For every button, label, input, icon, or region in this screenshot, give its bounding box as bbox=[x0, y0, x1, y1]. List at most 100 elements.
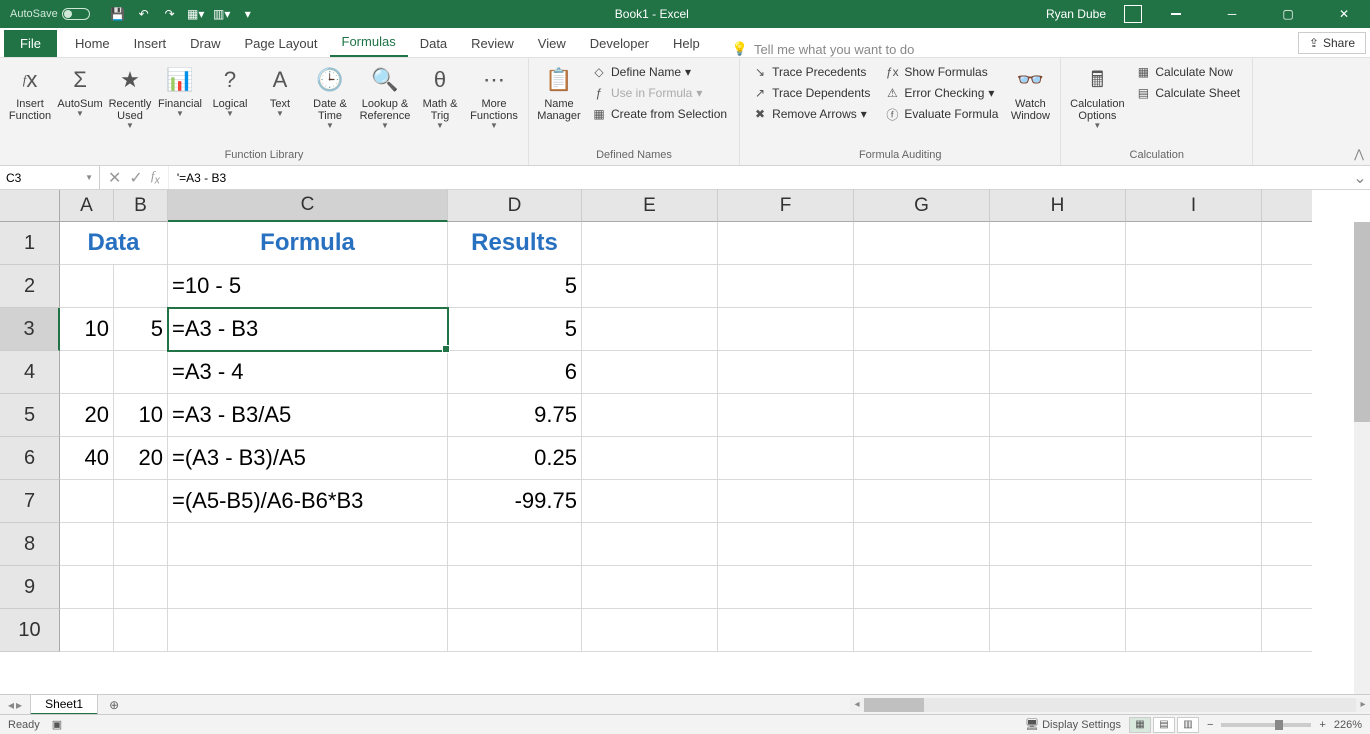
cell-B4[interactable] bbox=[114, 351, 168, 394]
select-all-corner[interactable] bbox=[0, 190, 60, 222]
trace-dependents-button[interactable]: ↗Trace Dependents bbox=[746, 83, 876, 103]
remove-arrows-button[interactable]: ✖Remove Arrows ▾ bbox=[746, 104, 876, 124]
cell-B2[interactable] bbox=[114, 265, 168, 308]
column-header-C[interactable]: C bbox=[168, 190, 448, 222]
fx-button-icon[interactable]: fx bbox=[151, 168, 160, 187]
cell-C9[interactable] bbox=[168, 566, 448, 609]
cell-F3[interactable] bbox=[718, 308, 854, 351]
cell-F5[interactable] bbox=[718, 394, 854, 437]
cell-E6[interactable] bbox=[582, 437, 718, 480]
cell-D9[interactable] bbox=[448, 566, 582, 609]
tab-data[interactable]: Data bbox=[408, 30, 459, 57]
cell-D6[interactable]: 0.25 bbox=[448, 437, 582, 480]
cell-G3[interactable] bbox=[854, 308, 990, 351]
zoom-level[interactable]: 226% bbox=[1334, 719, 1362, 731]
cell-E4[interactable] bbox=[582, 351, 718, 394]
cell-F8[interactable] bbox=[718, 523, 854, 566]
qat-customize-icon[interactable]: ▾ bbox=[238, 4, 258, 24]
cell-H10[interactable] bbox=[990, 609, 1126, 652]
create-from-selection-button[interactable]: ▦Create from Selection bbox=[585, 104, 733, 124]
cell-B7[interactable] bbox=[114, 480, 168, 523]
cell-I8[interactable] bbox=[1126, 523, 1262, 566]
cell-G9[interactable] bbox=[854, 566, 990, 609]
column-header-G[interactable]: G bbox=[854, 190, 990, 222]
row-header-2[interactable]: 2 bbox=[0, 265, 60, 308]
page-layout-view-button[interactable]: ▤ bbox=[1153, 717, 1175, 733]
cell-D5[interactable]: 9.75 bbox=[448, 394, 582, 437]
row-header-6[interactable]: 6 bbox=[0, 437, 60, 480]
more-functions-button[interactable]: ⋯More Functions▼ bbox=[466, 62, 522, 147]
show-formulas-button[interactable]: ƒxShow Formulas bbox=[878, 62, 1004, 82]
cell-F1[interactable] bbox=[718, 222, 854, 265]
trace-precedents-button[interactable]: ↘Trace Precedents bbox=[746, 62, 876, 82]
tab-insert[interactable]: Insert bbox=[122, 30, 179, 57]
logical-button[interactable]: ?Logical▼ bbox=[206, 62, 254, 147]
cell-B5[interactable]: 10 bbox=[114, 394, 168, 437]
cell-B10[interactable] bbox=[114, 609, 168, 652]
row-header-10[interactable]: 10 bbox=[0, 609, 60, 652]
zoom-out-button[interactable]: − bbox=[1207, 719, 1213, 731]
ribbon-options-icon[interactable] bbox=[1154, 0, 1198, 28]
cell-A3[interactable]: 10 bbox=[60, 308, 114, 351]
cell-G4[interactable] bbox=[854, 351, 990, 394]
cell-E1[interactable] bbox=[582, 222, 718, 265]
cell-H1[interactable] bbox=[990, 222, 1126, 265]
name-box[interactable]: C3 ▼ bbox=[0, 166, 100, 189]
tell-me-search[interactable]: 💡 Tell me what you want to do bbox=[732, 41, 915, 57]
column-header-F[interactable]: F bbox=[718, 190, 854, 222]
cell-F9[interactable] bbox=[718, 566, 854, 609]
cell-AB1[interactable]: Data bbox=[60, 222, 168, 265]
minimize-button[interactable]: ─ bbox=[1210, 0, 1254, 28]
cell-A10[interactable] bbox=[60, 609, 114, 652]
formula-bar-expand-icon[interactable]: ⌄ bbox=[1350, 168, 1370, 188]
hscroll-right-icon[interactable]: ▸ bbox=[1356, 699, 1370, 710]
error-checking-button[interactable]: ⚠Error Checking ▾ bbox=[878, 83, 1004, 103]
cell-D4[interactable]: 6 bbox=[448, 351, 582, 394]
calculate-now-button[interactable]: ▦Calculate Now bbox=[1129, 62, 1246, 82]
cell-H2[interactable] bbox=[990, 265, 1126, 308]
cell-H5[interactable] bbox=[990, 394, 1126, 437]
column-header-A[interactable]: A bbox=[60, 190, 114, 222]
cell-H9[interactable] bbox=[990, 566, 1126, 609]
cell-B8[interactable] bbox=[114, 523, 168, 566]
cancel-formula-icon[interactable]: ✕ bbox=[108, 168, 121, 188]
cell-B3[interactable]: 5 bbox=[114, 308, 168, 351]
tab-formulas[interactable]: Formulas bbox=[330, 28, 408, 57]
cell-H7[interactable] bbox=[990, 480, 1126, 523]
cell-B6[interactable]: 20 bbox=[114, 437, 168, 480]
date-time-button[interactable]: 🕒Date & Time▼ bbox=[306, 62, 354, 147]
cell-G5[interactable] bbox=[854, 394, 990, 437]
redo-icon[interactable]: ↷ bbox=[160, 4, 180, 24]
hscroll-thumb[interactable] bbox=[864, 698, 924, 712]
cell-A9[interactable] bbox=[60, 566, 114, 609]
page-break-view-button[interactable]: ▥ bbox=[1177, 717, 1199, 733]
cell-C2[interactable]: =10 - 5 bbox=[168, 265, 448, 308]
cell-D1[interactable]: Results bbox=[448, 222, 582, 265]
cell-D7[interactable]: -99.75 bbox=[448, 480, 582, 523]
cell-A6[interactable]: 40 bbox=[60, 437, 114, 480]
cell-G8[interactable] bbox=[854, 523, 990, 566]
cell-E5[interactable] bbox=[582, 394, 718, 437]
watch-window-button[interactable]: 👓Watch Window bbox=[1006, 62, 1054, 147]
formula-bar-input[interactable]: '=A3 - B3 bbox=[169, 166, 1350, 189]
cell-C1[interactable]: Formula bbox=[168, 222, 448, 265]
undo-icon[interactable]: ↶ bbox=[134, 4, 154, 24]
tab-developer[interactable]: Developer bbox=[578, 30, 661, 57]
cell-I3[interactable] bbox=[1126, 308, 1262, 351]
cell-H3[interactable] bbox=[990, 308, 1126, 351]
add-sheet-button[interactable]: ⊕ bbox=[104, 697, 124, 713]
autosum-button[interactable]: ΣAutoSum▼ bbox=[56, 62, 104, 147]
cell-H4[interactable] bbox=[990, 351, 1126, 394]
cell-F4[interactable] bbox=[718, 351, 854, 394]
recently-used-button[interactable]: ★Recently Used▼ bbox=[106, 62, 154, 147]
column-header-H[interactable]: H bbox=[990, 190, 1126, 222]
column-header-I[interactable]: I bbox=[1126, 190, 1262, 222]
display-settings-button[interactable]: 🖥 Display Settings bbox=[1025, 718, 1121, 731]
cell-F6[interactable] bbox=[718, 437, 854, 480]
row-header-8[interactable]: 8 bbox=[0, 523, 60, 566]
autosave-toggle[interactable]: AutoSave bbox=[10, 8, 90, 20]
tab-view[interactable]: View bbox=[526, 30, 578, 57]
name-manager-button[interactable]: 📋Name Manager bbox=[535, 62, 583, 147]
cell-H6[interactable] bbox=[990, 437, 1126, 480]
collapse-ribbon-icon[interactable]: ⋀ bbox=[1354, 147, 1364, 161]
